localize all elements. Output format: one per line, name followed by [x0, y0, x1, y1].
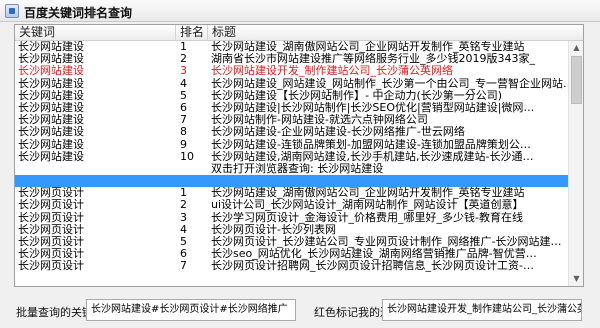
column-header-title[interactable]: 标题 [208, 25, 583, 41]
table-header: 关键词 排名 标题 [15, 25, 583, 41]
row-keyword [18, 175, 174, 187]
row-rank: 2 [180, 199, 187, 212]
row-rank: 6 [180, 101, 187, 114]
row-keyword: 长沙网页设计 [18, 223, 84, 236]
row-title: 长沙网站建设_湖南傲网站公司_企业网站开发制作_英铭专业建站 [211, 41, 525, 53]
table-row[interactable]: 长沙网站建设 10 长沙网站建设,湖南网站建设,长沙手机建站,长沙速成建站-长沙通… [15, 151, 583, 163]
row-keyword: 长沙网站建设 [18, 89, 84, 102]
row-title: 长沙网页设计_长沙建站公司_专业网页设计制作_网络推广-长沙网站建… [211, 236, 562, 248]
scroll-up-icon[interactable]: ▲ [570, 41, 583, 55]
row-title: 长沙学习网页设计_金海设计_价格费用_哪里好_多少钱-教育在线 [211, 211, 523, 224]
row-title: 长沙网站制作-网站建设-就选六点钟网络公司 [211, 114, 428, 127]
row-keyword: 长沙网页设计 [18, 260, 84, 273]
row-rank [180, 163, 206, 175]
red-mark-field[interactable]: 长沙网站建设开发_制作建站公司_长沙蒲公英网络 [382, 299, 582, 321]
row-rank: 8 [180, 126, 187, 139]
row-keyword: 长沙网站建设 [18, 77, 84, 90]
row-rank [180, 175, 206, 187]
table-row[interactable]: 长沙网页设计 7 长沙网页设计招聘网_长沙网页设计招聘信息_长沙网页设计工资-… [15, 260, 583, 272]
table-row[interactable] [15, 175, 583, 188]
table-row[interactable]: 长沙网站建设 4 长沙网站建设_网站建设_网站制作_长沙第一个由公司_专一营智企业网… [15, 78, 583, 90]
table-row[interactable]: 长沙网站建设 3 长沙网站建设开发_制作建站公司_长沙蒲公英网络 [15, 65, 583, 77]
table-row[interactable]: 长沙网站建设 6 长沙网站建设|长沙网站制作|长沙SEO优化|营销型网站建设|微网… [15, 102, 583, 114]
row-rank: 9 [180, 138, 187, 151]
row-title: 长沙网站建设-连锁品牌策划-加盟网站建设-连锁加盟品牌策划公… [211, 138, 531, 151]
row-rank: 4 [180, 77, 187, 90]
table-row[interactable]: 长沙网站建设 1 长沙网站建设_湖南傲网站公司_企业网站开发制作_英铭专业建站 [15, 41, 583, 53]
scroll-thumb[interactable] [571, 56, 582, 104]
row-rank: 3 [180, 65, 187, 78]
scroll-down-icon[interactable]: ▼ [570, 272, 583, 286]
row-keyword: 长沙网站建设 [18, 101, 84, 114]
row-title: 长沙seo_网站优化_长沙网站建设_湖南网络营销推广品牌-智优营… [211, 248, 537, 261]
window-title: 百度关键词排名查询 [24, 6, 133, 20]
bottom-bar: 批量查询的关键词 长沙网站建设#长沙网页设计#长沙网络推广 红色标记我的连接 长… [0, 292, 600, 328]
row-rank: 7 [180, 114, 187, 127]
row-rank: 10 [180, 150, 194, 163]
row-rank: 1 [180, 187, 187, 200]
row-title [211, 175, 570, 187]
row-keyword: 长沙网站建设 [18, 65, 84, 78]
table-row[interactable]: 长沙网站建设 2 湖南省长沙市网站建设推广等网络服务行业_多少钱2019版343家_ [15, 53, 583, 65]
table-row[interactable]: 长沙网页设计 6 长沙seo_网站优化_长沙网站建设_湖南网络营销推广品牌-智优营… [15, 248, 583, 260]
table-row[interactable]: 长沙网站建设 5 长沙网站建设【长沙网站制作】- 中企动力(长沙第一分公司) [15, 90, 583, 102]
table-row[interactable]: 长沙网页设计 3 长沙学习网页设计_金海设计_价格费用_哪里好_多少钱-教育在线 [15, 212, 583, 224]
row-title: ui设计公司_长沙网站设计_湖南网站制作_网站设计【英道创意】 [211, 199, 524, 212]
table-row[interactable]: 长沙网站建设 7 长沙网站制作-网站建设-就选六点钟网络公司 [15, 114, 583, 126]
results-table[interactable]: 关键词 排名 标题 长沙网站建设 1 长沙网站建设_湖南傲网站公司_企业网站开发制作… [14, 24, 584, 287]
table-row[interactable]: 双击打开浏览器查询: 长沙网站建设 [15, 163, 583, 175]
row-rank: 1 [180, 41, 187, 53]
vertical-scrollbar[interactable]: ▲ ▼ [568, 41, 583, 286]
row-keyword: 长沙网站建设 [18, 114, 84, 127]
row-rank: 5 [180, 236, 187, 248]
app-icon [5, 4, 19, 18]
row-rank: 3 [180, 211, 187, 224]
title-bar: 百度关键词排名查询 [0, 0, 600, 22]
table-row[interactable]: 长沙网页设计 2 ui设计公司_长沙网站设计_湖南网站制作_网站设计【英道创意】 [15, 199, 583, 211]
row-title: 长沙网站建设-企业网站建设-长沙网络推广-世云网络 [211, 126, 465, 139]
row-keyword: 长沙网站建设 [18, 53, 84, 66]
row-keyword: 长沙网页设计 [18, 187, 84, 200]
row-rank: 4 [180, 223, 187, 236]
row-rank: 5 [180, 89, 187, 102]
table-row[interactable]: 长沙网站建设 9 长沙网站建设-连锁品牌策划-加盟网站建设-连锁加盟品牌策划公… [15, 139, 583, 151]
row-rank: 2 [180, 53, 187, 66]
row-keyword: 长沙网站建设 [18, 126, 84, 139]
row-title: 长沙网站建设_网站建设_网站制作_长沙第一个由公司_专一营智企业网站… [211, 77, 570, 90]
table-row[interactable]: 长沙网站建设 8 长沙网站建设-企业网站建设-长沙网络推广-世云网络 [15, 126, 583, 138]
row-title: 长沙网页设计招聘网_长沙网页设计招聘信息_长沙网页设计工资-… [211, 260, 534, 273]
row-keyword: 长沙网页设计 [18, 211, 84, 224]
batch-keywords-field[interactable]: 长沙网站建设#长沙网页设计#长沙网络推广 [86, 299, 296, 321]
row-title: 长沙网站建设|长沙网站制作|长沙SEO优化|营销型网站建设|微网… [211, 101, 535, 114]
table-row[interactable]: 长沙网页设计 1 长沙网站建设_湖南傲网站公司_企业网站开发制作_英铭专业建站 [15, 187, 583, 199]
row-title: 长沙网站建设【长沙网站制作】- 中企动力(长沙第一分公司) [211, 89, 503, 102]
row-keyword: 长沙网站建设 [18, 41, 84, 53]
row-keyword: 长沙网页设计 [18, 248, 84, 261]
row-rank: 7 [180, 260, 187, 273]
row-keyword: 长沙网站建设 [18, 138, 84, 151]
row-title: 长沙网站建设,湖南网站建设,长沙手机建站,长沙速成建站-长沙通… [211, 150, 534, 163]
row-keyword: 长沙网站建设 [18, 150, 84, 163]
row-rank: 6 [180, 248, 187, 261]
row-title: 长沙网站建设开发_制作建站公司_长沙蒲公英网络 [211, 65, 453, 78]
row-title: 湖南省长沙市网站建设推广等网络服务行业_多少钱2019版343家_ [211, 53, 535, 66]
table-body: 长沙网站建设 1 长沙网站建设_湖南傲网站公司_企业网站开发制作_英铭专业建站 长沙网… [15, 41, 583, 273]
row-title: 长沙网站建设_湖南傲网站公司_企业网站开发制作_英铭专业建站 [211, 187, 525, 200]
row-keyword [18, 163, 174, 175]
table-row[interactable]: 长沙网页设计 4 长沙网页设计-长沙列表网 [15, 224, 583, 236]
column-header-keyword[interactable]: 关键词 [15, 25, 176, 41]
row-keyword: 长沙网页设计 [18, 236, 84, 248]
table-row[interactable]: 长沙网页设计 5 长沙网页设计_长沙建站公司_专业网页设计制作_网络推广-长沙网站建… [15, 236, 583, 248]
row-title: 长沙网页设计-长沙列表网 [211, 223, 336, 236]
row-keyword: 长沙网页设计 [18, 199, 84, 212]
row-title: 双击打开浏览器查询: 长沙网站建设 [211, 162, 384, 175]
column-header-rank[interactable]: 排名 [176, 25, 208, 41]
